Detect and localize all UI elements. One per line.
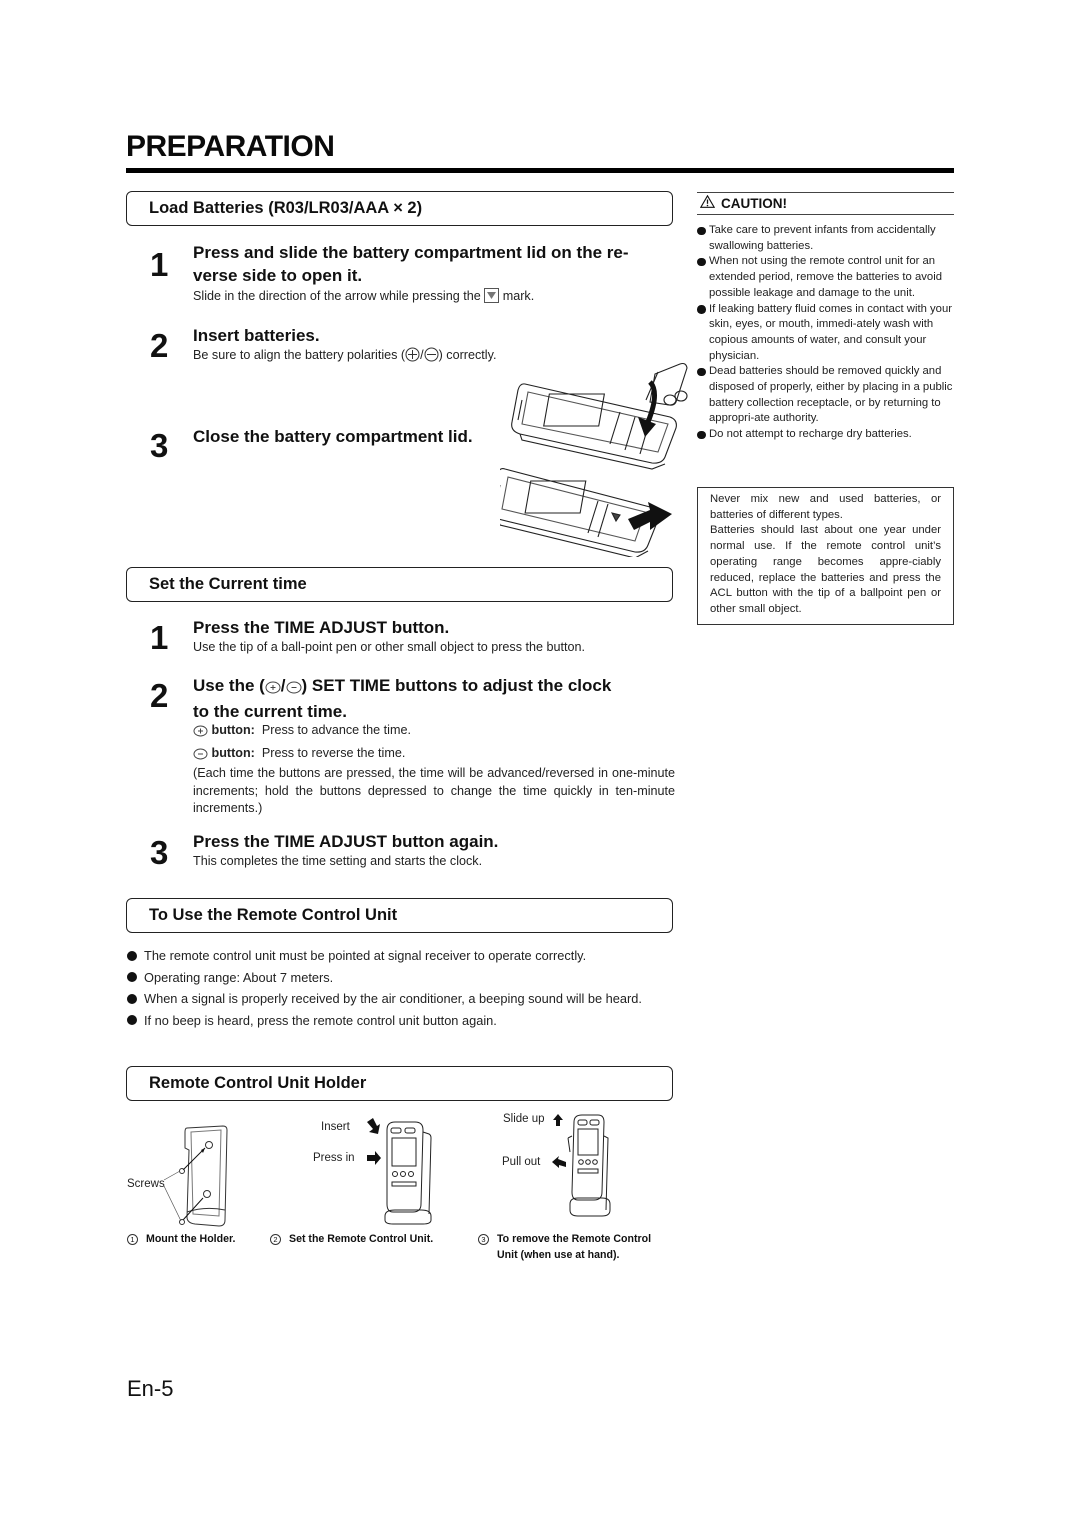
- step-heading: Press the TIME ADJUST button again.: [193, 832, 499, 851]
- use-remote-item: Operating range: About 7 meters.: [126, 969, 676, 986]
- step-body-text: Slide in the direction of the arrow whil…: [193, 289, 481, 303]
- caption-text: Set the Remote Control Unit.: [289, 1233, 434, 1245]
- button-text: Press to advance the time.: [261, 723, 411, 737]
- step-body: button: Press to advance the time. butto…: [193, 722, 675, 818]
- holder-caption-1: 1 Mount the Holder.: [127, 1232, 235, 1248]
- set-time-plus-icon: [265, 677, 281, 700]
- pull-out-label: Pull out: [502, 1156, 541, 1168]
- holder-caption-2: 2 Set the Remote Control Unit.: [270, 1232, 433, 1248]
- use-remote-item: When a signal is properly received by th…: [126, 990, 676, 1007]
- step-number: 2: [150, 327, 169, 364]
- step-marker: 3: [478, 1234, 489, 1245]
- button-text: Press to reverse the time.: [261, 745, 406, 760]
- step-body-text: Be sure to align the battery polarities …: [193, 348, 406, 362]
- slide-up-arrow-icon: [553, 1114, 563, 1126]
- step-body: Use the tip of a ball-point pen or other…: [193, 640, 586, 654]
- step-number: 3: [150, 834, 169, 871]
- step-heading-line: verse side to open it.: [193, 266, 363, 285]
- pull-out-arrow-icon: [552, 1156, 566, 1168]
- step-number: 2: [150, 677, 169, 714]
- set-remote-illustration: [367, 1118, 432, 1225]
- warning-triangle-icon: [699, 194, 716, 211]
- section-title: To Use the Remote Control Unit: [149, 906, 398, 924]
- caution-item: Do not attempt to recharge dry batteries…: [697, 427, 957, 443]
- caution-item: When not using the remote control unit f…: [697, 254, 957, 301]
- use-remote-list: The remote control unit must be pointed …: [126, 947, 676, 1033]
- step-marker: 1: [127, 1234, 138, 1245]
- minus-button-description: button: Press to reverse the time.: [193, 745, 675, 766]
- step-heading: Press the TIME ADJUST button.: [193, 618, 450, 637]
- step-body: Be sure to align the battery polarities …: [193, 347, 496, 368]
- page-title: PREPARATION: [126, 130, 335, 163]
- step-heading-line: Use the (/) SET TIME buttons to adjust t…: [193, 674, 683, 700]
- slide-up-label: Slide up: [503, 1113, 545, 1125]
- title-rule: [126, 168, 954, 173]
- caution-item: If leaking battery fluid comes in contac…: [697, 302, 957, 365]
- step-number: 1: [150, 246, 169, 283]
- step-body: This completes the time setting and star…: [193, 854, 483, 868]
- caution-top-rule: [697, 192, 954, 193]
- caution-item: Take care to prevent infants from accide…: [697, 223, 957, 254]
- holder-caption-3: 3 To remove the Remote Control Unit (when…: [478, 1232, 658, 1263]
- step-marker: 2: [270, 1234, 281, 1245]
- plus-button-icon: [193, 725, 208, 743]
- section-header-load-batteries: Load Batteries (R03/LR03/AAA × 2): [126, 191, 673, 226]
- battery-note-box: Never mix new and used batteries, or bat…: [697, 487, 954, 625]
- page-number: En-5: [127, 1376, 174, 1401]
- polarity-minus-icon: [424, 347, 439, 368]
- step-number: 3: [150, 427, 169, 464]
- button-label: button:: [211, 745, 255, 760]
- button-label: button:: [211, 723, 255, 737]
- triangle-mark-icon: [484, 288, 500, 309]
- heading-text: Use the (: [193, 676, 265, 695]
- step-body-text: mark.: [502, 289, 535, 303]
- caution-heading: CAUTION!: [699, 194, 787, 211]
- press-in-label: Press in: [313, 1152, 355, 1164]
- step-heading: Insert batteries.: [193, 326, 320, 345]
- step-body: Slide in the direction of the arrow whil…: [193, 288, 534, 309]
- step-heading-line: Press and slide the battery compartment …: [193, 243, 629, 262]
- step-heading: Close the battery compartment lid.: [193, 427, 473, 446]
- plus-button-description: button: Press to advance the time.: [193, 722, 675, 743]
- use-remote-item: The remote control unit must be pointed …: [126, 947, 676, 964]
- section-header-set-time: Set the Current time: [126, 567, 673, 602]
- heading-text: ) SET TIME buttons to adjust the clock: [301, 676, 612, 695]
- section-header-holder: Remote Control Unit Holder: [126, 1066, 673, 1101]
- caption-text: To remove the Remote Control Unit (when …: [497, 1233, 652, 1261]
- step-body-text: ) correctly.: [438, 348, 497, 362]
- note-paragraph: Batteries should last about one year und…: [710, 524, 941, 615]
- screws-label: Screws: [127, 1178, 165, 1190]
- caption-text: Mount the Holder.: [146, 1233, 236, 1245]
- section-header-use-remote: To Use the Remote Control Unit: [126, 898, 673, 933]
- press-in-arrow-icon: [367, 1151, 381, 1165]
- insert-label: Insert: [321, 1121, 350, 1133]
- note-paragraph: Never mix new and used batteries, or bat…: [710, 493, 941, 521]
- step-heading: Use the (/) SET TIME buttons to adjust t…: [193, 674, 683, 723]
- caution-item: Dead batteries should be removed quickly…: [697, 364, 957, 427]
- step-heading: Press and slide the battery compartment …: [193, 241, 683, 287]
- section-title: Set the Current time: [149, 575, 307, 593]
- remove-remote-illustration: [552, 1114, 611, 1217]
- section-title: Load Batteries (R03/LR03/AAA × 2): [149, 199, 423, 217]
- caution-title: CAUTION!: [721, 195, 787, 211]
- step-note: (Each time the buttons are pressed, the …: [193, 766, 675, 815]
- step-heading-line: to the current time.: [193, 702, 347, 721]
- section-title: Remote Control Unit Holder: [149, 1074, 367, 1092]
- use-remote-item: If no beep is heard, press the remote co…: [126, 1012, 676, 1029]
- minus-button-icon: [193, 748, 208, 766]
- screw-pointer-lines: [163, 1170, 182, 1222]
- insert-arrow-icon: [367, 1118, 380, 1134]
- battery-insert-illustration: [500, 362, 688, 557]
- polarity-plus-icon: [405, 347, 420, 368]
- step-number: 1: [150, 619, 169, 656]
- caution-bottom-rule: [697, 214, 954, 215]
- caution-list: Take care to prevent infants from accide…: [697, 223, 957, 443]
- set-time-minus-icon: [286, 677, 302, 700]
